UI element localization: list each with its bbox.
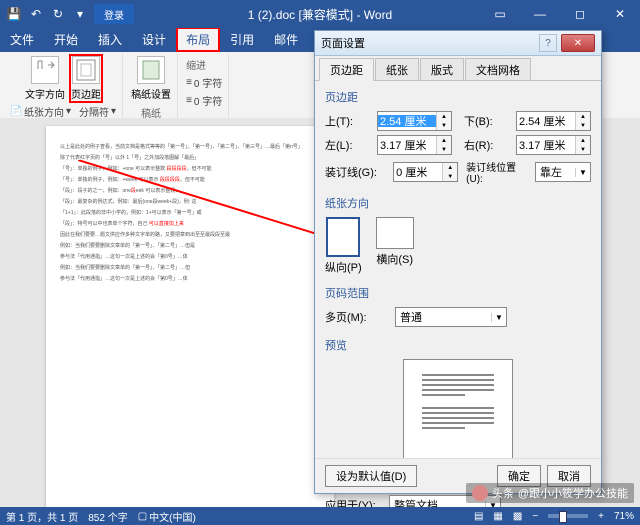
view-print-icon[interactable]: ▦: [493, 511, 502, 522]
tab-insert[interactable]: 插入: [88, 27, 132, 52]
undo-icon[interactable]: ↶: [28, 6, 44, 22]
label-left: 左(L):: [325, 137, 373, 153]
dialog-close-button[interactable]: ✕: [561, 34, 595, 52]
chevron-down-icon[interactable]: ▼: [575, 168, 590, 177]
text-direction-icon: [31, 56, 59, 84]
save-icon[interactable]: 💾: [6, 6, 22, 22]
input-bottom[interactable]: ▲▼: [516, 111, 591, 131]
indent-label: 缩进: [184, 56, 224, 73]
login-button[interactable]: 登录: [94, 4, 134, 24]
dlgtab-grid[interactable]: 文档网格: [465, 58, 531, 80]
redo-icon[interactable]: ↻: [50, 6, 66, 22]
label-gutterpos: 装订线位置(U):: [466, 159, 531, 185]
zoom-out-icon[interactable]: −: [532, 511, 538, 522]
input-top[interactable]: ▲▼: [377, 111, 452, 131]
help-icon[interactable]: ?: [539, 34, 557, 52]
chevron-down-icon[interactable]: ▼: [491, 313, 506, 322]
tab-references[interactable]: 引用: [220, 27, 264, 52]
tab-home[interactable]: 开始: [44, 27, 88, 52]
section-orientation: 纸张方向: [325, 195, 591, 211]
section-margins: 页边距: [325, 89, 591, 105]
indent-left[interactable]: ≡ 0 字符: [184, 74, 224, 91]
margins-icon: [72, 56, 100, 84]
titlebar: 💾 ↶ ↻ ▾ 1 (2).doc [兼容模式] - Word 登录 ▭ — ◻…: [0, 0, 640, 28]
margins-button[interactable]: 页边距: [69, 54, 103, 103]
dialog-titlebar[interactable]: 页面设置 ? ✕: [315, 31, 601, 56]
tab-mailings[interactable]: 邮件: [264, 27, 308, 52]
input-gutterpos[interactable]: ▼: [535, 162, 591, 182]
spin-up-icon[interactable]: ▲: [437, 112, 451, 121]
ribbon-options-icon[interactable]: ▭: [480, 0, 520, 28]
set-default-button[interactable]: 设为默认值(D): [325, 465, 417, 487]
input-gutter[interactable]: ▲▼: [393, 162, 458, 182]
label-gutter: 装订线(G):: [325, 164, 389, 180]
status-page[interactable]: 第 1 页，共 1 页: [6, 509, 78, 524]
view-web-icon[interactable]: ▩: [513, 511, 522, 522]
input-right[interactable]: ▲▼: [516, 135, 591, 155]
indent-right[interactable]: ≡ 0 字符: [184, 92, 224, 109]
zoom-slider[interactable]: [548, 514, 588, 518]
dialog-title: 页面设置: [321, 35, 365, 51]
dlgtab-paper[interactable]: 纸张: [375, 58, 419, 80]
section-preview: 预览: [325, 337, 591, 353]
status-lang[interactable]: ▢ 中文(中国): [138, 509, 196, 524]
dlgtab-layout[interactable]: 版式: [420, 58, 464, 80]
tab-file[interactable]: 文件: [0, 27, 44, 52]
status-words[interactable]: 852 个字: [88, 509, 127, 524]
orientation-icon: 📄: [10, 106, 22, 118]
label-multipage: 多页(M):: [325, 309, 381, 325]
close-icon[interactable]: ✕: [600, 0, 640, 28]
minimize-icon[interactable]: —: [520, 0, 560, 28]
label-right: 右(R):: [464, 137, 512, 153]
input-left[interactable]: ▲▼: [377, 135, 452, 155]
orientation-landscape[interactable]: 横向(S): [376, 217, 414, 275]
tab-design[interactable]: 设计: [132, 27, 176, 52]
portrait-icon: [326, 217, 360, 257]
landscape-icon: [376, 217, 414, 249]
window-title: 1 (2).doc [兼容模式] - Word: [248, 6, 392, 23]
section-range: 页码范围: [325, 285, 591, 301]
page[interactable]: 以上是此处的例子查看，当前文档是格式等等的「第一号」。「第一号」、「第二号」、「…: [46, 126, 334, 507]
label-top: 上(T):: [325, 113, 373, 129]
text-direction-button[interactable]: 文字方向: [23, 54, 67, 103]
gaozhi-button[interactable]: 稿纸设置: [129, 54, 173, 103]
zoom-in-icon[interactable]: +: [598, 511, 604, 522]
dialog-tabs: 页边距 纸张 版式 文档网格: [315, 56, 601, 81]
input-multipage[interactable]: ▼: [395, 307, 507, 327]
orientation-portrait[interactable]: 纵向(P): [325, 217, 362, 275]
quick-access-toolbar: 💾 ↶ ↻ ▾: [0, 6, 94, 22]
label-bottom: 下(B):: [464, 113, 512, 129]
qat-more-icon[interactable]: ▾: [72, 6, 88, 22]
gaozhi-icon: [137, 56, 165, 84]
view-read-icon[interactable]: ▤: [474, 511, 483, 522]
tab-layout[interactable]: 布局: [176, 27, 220, 52]
avatar-icon: [472, 485, 488, 501]
maximize-icon[interactable]: ◻: [560, 0, 600, 28]
dlgtab-margins[interactable]: 页边距: [319, 58, 374, 81]
statusbar: 第 1 页，共 1 页 852 个字 ▢ 中文(中国) ▤ ▦ ▩ − + 71…: [0, 507, 640, 525]
watermark: 头条 @跟小小筱学办公技能: [466, 483, 634, 503]
spin-down-icon[interactable]: ▼: [437, 121, 451, 130]
zoom-level[interactable]: 71%: [614, 511, 634, 522]
page-setup-dialog: 页面设置 ? ✕ 页边距 纸张 版式 文档网格 页边距 上(T): ▲▼ 下(B…: [314, 30, 602, 494]
